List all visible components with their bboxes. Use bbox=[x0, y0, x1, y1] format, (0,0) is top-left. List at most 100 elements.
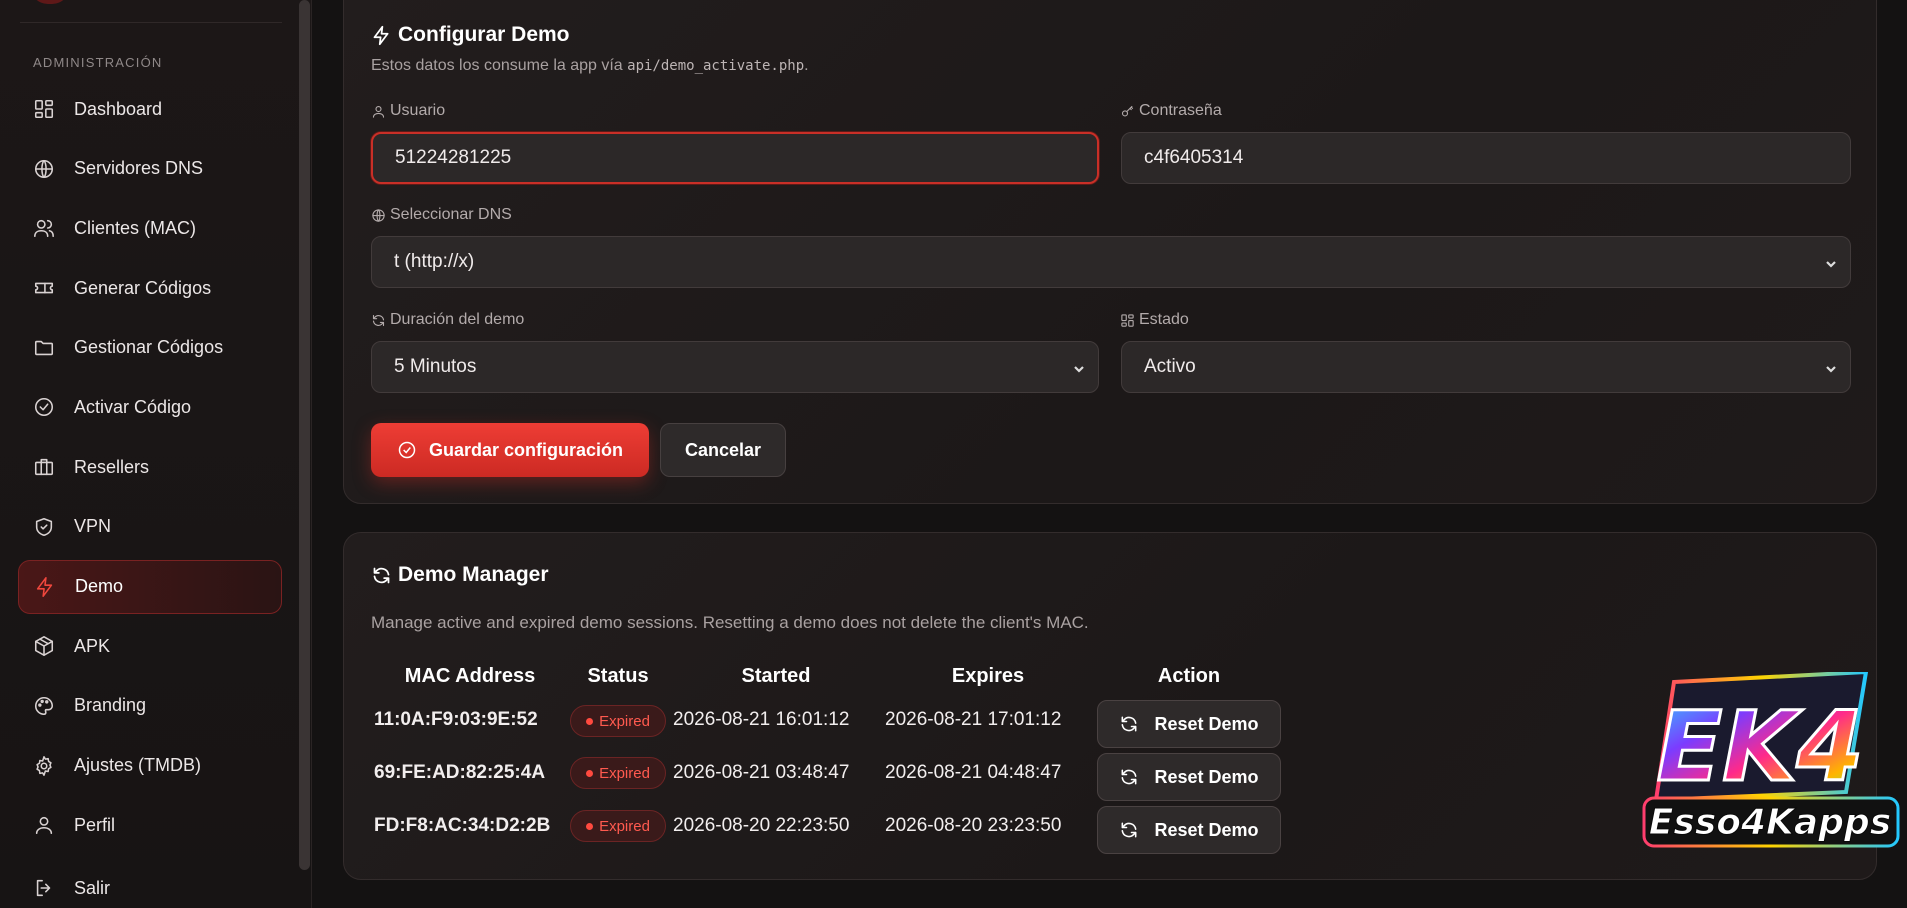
refresh-icon bbox=[1122, 822, 1137, 838]
status-text: Expired bbox=[599, 764, 650, 782]
status-badge: Expired bbox=[570, 705, 666, 737]
table-cell-expires: 2026-08-21 17:01:12 bbox=[885, 709, 1062, 730]
package-icon bbox=[32, 634, 56, 658]
chevron-down-icon bbox=[1072, 360, 1086, 374]
sidebar-item-branding[interactable]: Branding bbox=[18, 679, 282, 733]
sidebar-item-generar-codigos[interactable]: Generar Códigos bbox=[18, 261, 282, 315]
dashboard-icon bbox=[32, 97, 56, 121]
table-cell-expires: 2026-08-20 23:23:50 bbox=[885, 815, 1062, 836]
sidebar-item-label: Dashboard bbox=[74, 98, 163, 119]
users-icon bbox=[32, 216, 56, 240]
sidebar-item-gestionar-codigos[interactable]: Gestionar Códigos bbox=[18, 321, 282, 375]
column-header-status: Status bbox=[587, 665, 649, 687]
sidebar-item-label: Perfil bbox=[74, 814, 116, 835]
password-field[interactable] bbox=[1121, 132, 1851, 184]
ek4-logo: EK4 Esso4Kapps bbox=[1642, 672, 1900, 848]
refresh-icon bbox=[1122, 716, 1137, 732]
key-icon bbox=[1121, 105, 1134, 116]
duracion-selected-value: 5 Minutos bbox=[394, 356, 477, 377]
api-endpoint: api/demo_activate.php bbox=[627, 58, 805, 74]
usuario-label: Usuario bbox=[371, 102, 445, 120]
duracion-select[interactable]: 5 Minutos bbox=[371, 341, 1099, 393]
password-label: Contraseña bbox=[1120, 102, 1222, 120]
refresh-icon bbox=[1122, 769, 1137, 785]
table-cell-started: 2026-08-20 22:23:50 bbox=[673, 815, 850, 836]
sidebar-item-perfil[interactable]: Perfil bbox=[18, 798, 282, 852]
palette-icon bbox=[32, 694, 56, 718]
card-title: Configurar Demo bbox=[371, 23, 570, 47]
table-cell-mac: FD:F8:AC:34:D2:2B bbox=[374, 815, 551, 836]
status-text: Expired bbox=[599, 817, 650, 835]
lightning-icon bbox=[373, 25, 389, 45]
table-cell-started: 2026-08-21 03:48:47 bbox=[673, 762, 850, 783]
cancelar-label: Cancelar bbox=[684, 439, 762, 460]
sidebar-item-label: Clientes (MAC) bbox=[74, 217, 197, 238]
sidebar-scrollbar[interactable] bbox=[299, 0, 310, 870]
estado-selected-value: Activo bbox=[1144, 356, 1196, 377]
sidebar: ADMINISTRACIÓN Dashboard Servidores DNS … bbox=[0, 0, 312, 908]
guardar-configuracion-button[interactable]: Guardar configuración bbox=[371, 423, 649, 477]
user-icon bbox=[372, 105, 385, 118]
sidebar-item-apk[interactable]: APK bbox=[18, 619, 282, 673]
sidebar-item-resellers[interactable]: Resellers bbox=[18, 440, 282, 494]
sidebar-section-label: ADMINISTRACIÓN bbox=[33, 55, 163, 70]
table-cell-mac: 11:0A:F9:03:9E:52 bbox=[374, 709, 538, 730]
table-cell-mac: 69:FE:AD:82:25:4A bbox=[374, 762, 546, 783]
sidebar-item-vpn[interactable]: VPN bbox=[18, 500, 282, 554]
sidebar-item-ajustes[interactable]: Ajustes (TMDB) bbox=[18, 739, 282, 793]
reset-demo-label: Reset Demo bbox=[1154, 766, 1259, 787]
sidebar-item-dashboard[interactable]: Dashboard bbox=[18, 82, 282, 136]
briefcase-icon bbox=[32, 455, 56, 479]
reset-demo-button[interactable]: Reset Demo bbox=[1097, 700, 1281, 748]
reset-demo-label: Reset Demo bbox=[1154, 819, 1259, 840]
column-header-started: Started bbox=[741, 665, 811, 687]
table-cell-started: 2026-08-21 16:01:12 bbox=[673, 709, 850, 730]
globe-icon bbox=[372, 208, 385, 222]
globe-icon bbox=[32, 157, 56, 181]
duracion-label: Duración del demo bbox=[371, 311, 524, 329]
sidebar-item-servidores-dns[interactable]: Servidores DNS bbox=[18, 142, 282, 196]
duracion-label-text: Duración del demo bbox=[390, 311, 525, 328]
sidebar-item-activar-codigo[interactable]: Activar Código bbox=[18, 380, 282, 434]
logout-icon bbox=[32, 876, 56, 900]
cancelar-button[interactable]: Cancelar bbox=[660, 423, 786, 477]
configurar-demo-title: Configurar Demo bbox=[398, 23, 570, 46]
guardar-label: Guardar configuración bbox=[428, 439, 624, 460]
table-cell-expires: 2026-08-21 04:48:47 bbox=[885, 762, 1062, 783]
status-dot bbox=[586, 822, 594, 830]
dns-label: Seleccionar DNS bbox=[371, 206, 512, 224]
password-input[interactable] bbox=[1144, 147, 1828, 169]
sidebar-item-label: Resellers bbox=[74, 456, 150, 477]
usuario-input[interactable] bbox=[395, 147, 1075, 169]
sidebar-item-label: Activar Código bbox=[74, 396, 192, 417]
estado-label: Estado bbox=[1120, 311, 1189, 329]
sidebar-divider bbox=[20, 22, 282, 23]
lightning-icon bbox=[33, 575, 57, 599]
check-circle-icon bbox=[398, 441, 416, 459]
estado-select[interactable]: Activo bbox=[1121, 341, 1851, 393]
dns-label-text: Seleccionar DNS bbox=[390, 206, 512, 223]
estado-label-text: Estado bbox=[1139, 311, 1189, 328]
password-label-text: Contraseña bbox=[1139, 102, 1222, 119]
gear-icon bbox=[32, 754, 56, 778]
dns-select[interactable]: t (http://x) bbox=[371, 236, 1851, 288]
usuario-field[interactable] bbox=[371, 132, 1099, 184]
sidebar-item-salir[interactable]: Salir bbox=[18, 861, 282, 908]
demo-manager-subtitle: Manage active and expired demo sessions.… bbox=[371, 613, 1089, 632]
sidebar-item-label: Ajustes (TMDB) bbox=[74, 755, 202, 776]
sidebar-item-clientes[interactable]: Clientes (MAC) bbox=[18, 201, 282, 255]
sidebar-item-demo[interactable]: Demo bbox=[18, 559, 282, 614]
subtitle-text: Estos datos los consume la app vía bbox=[371, 57, 628, 74]
status-badge: Expired bbox=[570, 810, 666, 842]
reset-demo-button[interactable]: Reset Demo bbox=[1097, 753, 1281, 801]
sidebar-logo-fragment bbox=[30, 0, 70, 4]
sidebar-item-label: VPN bbox=[74, 516, 112, 537]
sidebar-nav: Dashboard Servidores DNS Clientes (MAC) … bbox=[18, 82, 282, 908]
refresh-icon bbox=[372, 314, 385, 326]
dns-selected-value: t (http://x) bbox=[394, 251, 475, 272]
demo-manager-title: Demo Manager bbox=[398, 563, 549, 586]
sidebar-item-label: Branding bbox=[74, 695, 147, 716]
configurar-demo-card: Configurar Demo Estos datos los consume … bbox=[343, 0, 1877, 504]
reset-demo-button[interactable]: Reset Demo bbox=[1097, 806, 1281, 854]
user-icon bbox=[32, 813, 56, 837]
